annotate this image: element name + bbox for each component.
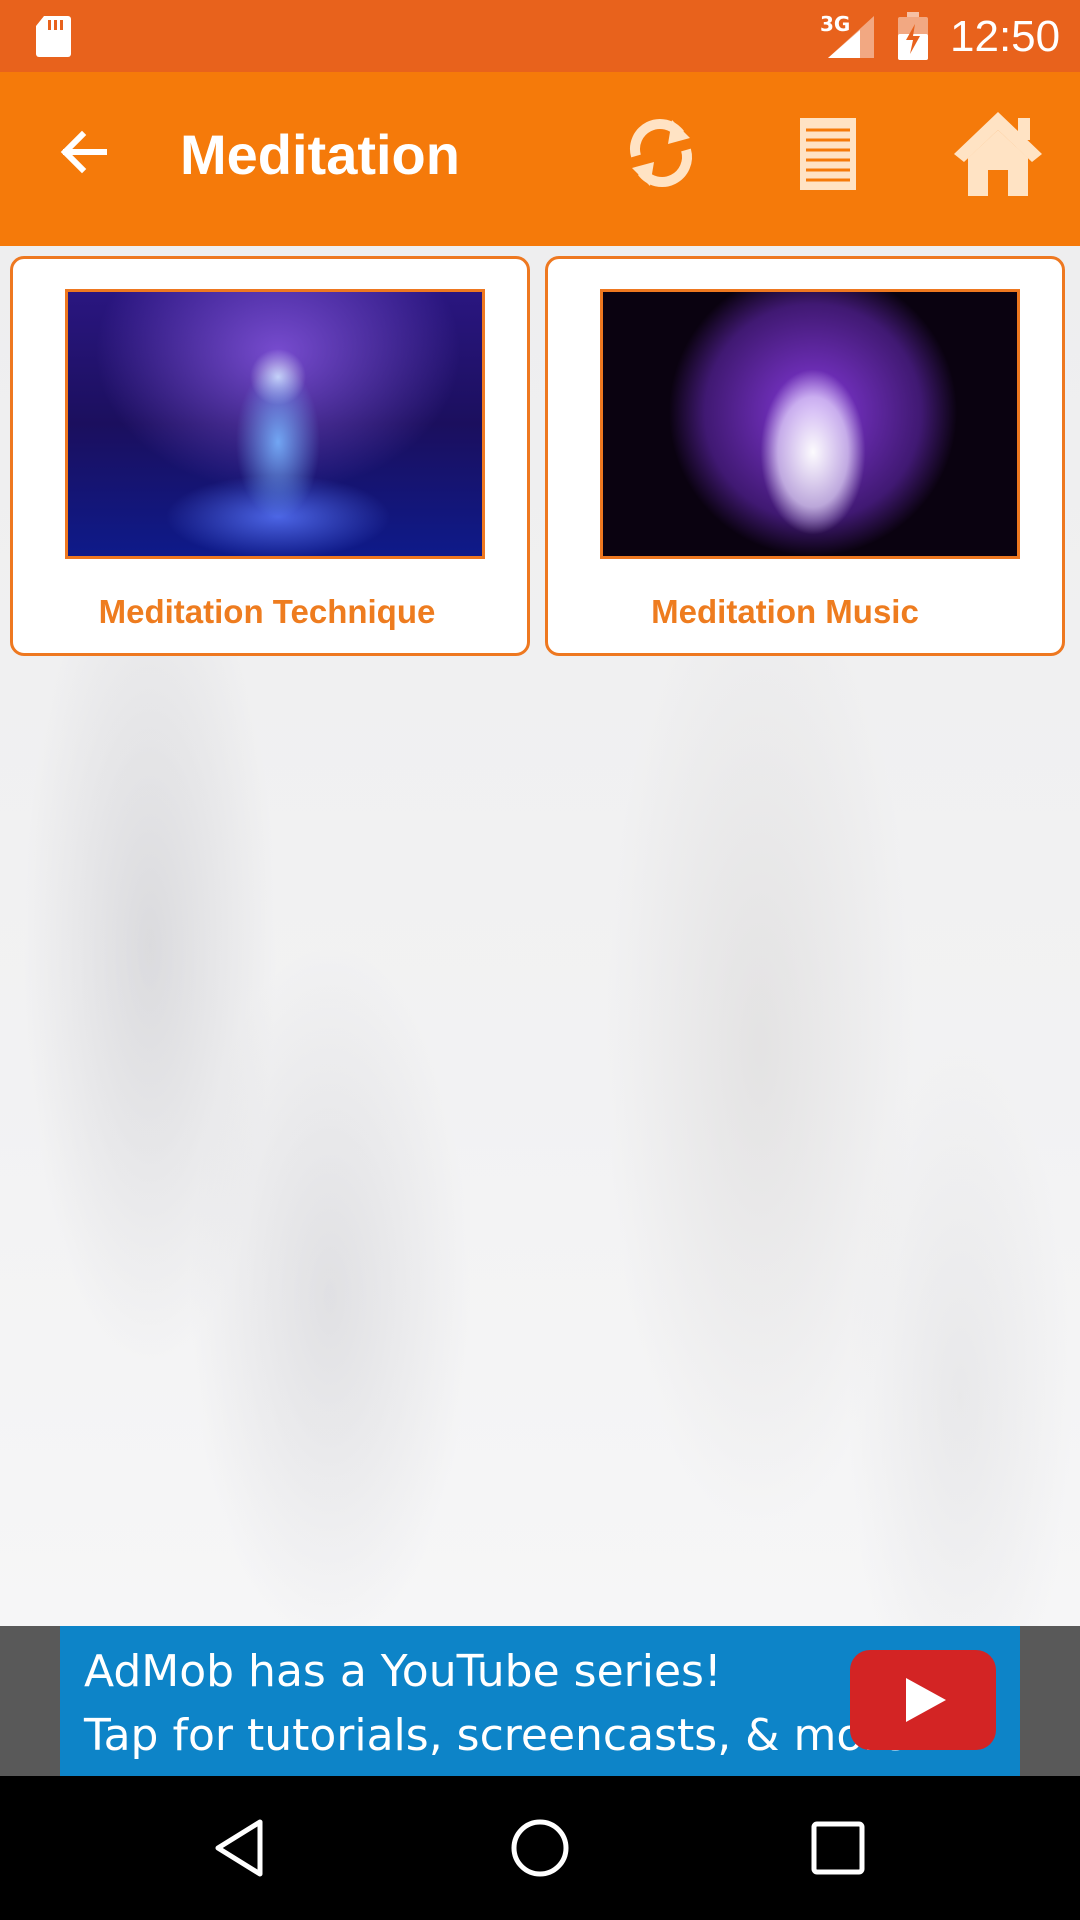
ad-area: AdMob has a YouTube series! Tap for tuto… <box>0 1626 1080 1776</box>
ad-text-line-2: Tap for tutorials, screencasts, & more. <box>84 1710 922 1761</box>
signal-icon <box>828 16 874 58</box>
content-area: Meditation Technique Meditation Music <box>0 246 1080 1626</box>
navigation-bar <box>0 1776 1080 1920</box>
ad-text-line-1: AdMob has a YouTube series! <box>84 1646 722 1697</box>
ad-banner[interactable]: AdMob has a YouTube series! Tap for tuto… <box>60 1626 1020 1776</box>
battery-charging-icon <box>898 12 928 60</box>
refresh-icon[interactable] <box>620 112 702 194</box>
card-label: Meditation Technique <box>98 593 436 630</box>
nav-back-icon[interactable] <box>210 1816 274 1880</box>
aura-meditation-image <box>600 289 1020 559</box>
meditating-buddha-image <box>65 289 485 559</box>
home-icon[interactable] <box>950 108 1046 200</box>
youtube-play-icon <box>850 1650 996 1750</box>
card-meditation-music[interactable]: Meditation Music <box>545 256 1065 656</box>
card-label: Meditation Music <box>651 593 919 630</box>
status-bar: 3G 12:50 <box>0 0 1080 72</box>
card-meditation-technique[interactable]: Meditation Technique <box>10 256 530 656</box>
sd-card-icon <box>36 16 71 57</box>
app-bar: Meditation <box>0 72 1080 246</box>
clock: 12:50 <box>950 12 1061 61</box>
back-arrow-icon[interactable] <box>54 122 114 182</box>
list-icon[interactable] <box>796 112 860 194</box>
page-title: Meditation <box>180 123 460 186</box>
nav-recents-icon[interactable] <box>808 1818 868 1878</box>
nav-home-icon[interactable] <box>508 1816 572 1880</box>
